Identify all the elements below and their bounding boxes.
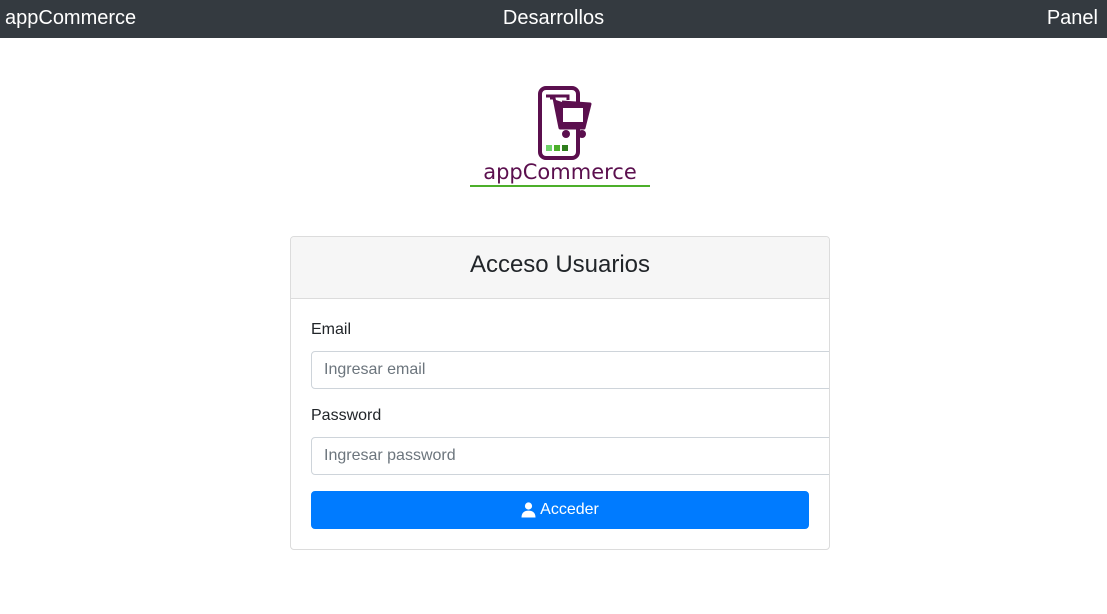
user-icon	[521, 502, 536, 518]
login-card: Acceso Usuarios Email Password Acceder	[290, 236, 830, 550]
email-label: Email	[311, 321, 352, 338]
app-logo: appCommerce	[468, 84, 652, 190]
nav-link-desarrollos[interactable]: Desarrollos	[503, 7, 604, 29]
logo-text: appCommerce	[483, 160, 637, 184]
login-title: Acceso Usuarios	[291, 237, 829, 299]
logo-phone-cart-icon: appCommerce	[470, 86, 650, 187]
password-label: Password	[311, 407, 382, 424]
top-navbar: appCommerce Desarrollos Panel	[0, 0, 1107, 38]
password-field[interactable]	[311, 437, 829, 475]
navbar-center-area: Desarrollos	[0, 0, 1107, 37]
email-field[interactable]	[311, 351, 829, 389]
nav-link-panel[interactable]: Panel	[1047, 0, 1098, 37]
login-submit-label: Acceder	[540, 501, 599, 518]
login-submit-button[interactable]: Acceder	[311, 491, 809, 529]
